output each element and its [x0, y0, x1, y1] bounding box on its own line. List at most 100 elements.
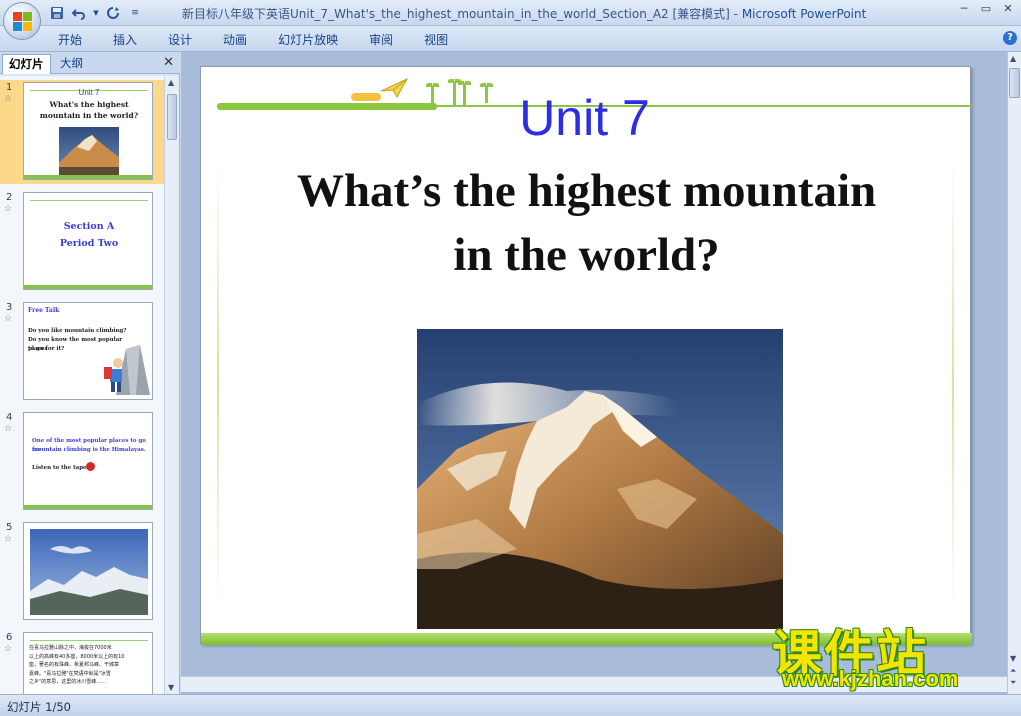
unit-text: Unit 7: [519, 90, 650, 146]
slide-number: 6: [6, 632, 13, 643]
thumb-subtitle: What's the highest mountain in the world…: [39, 100, 139, 120]
undo-icon[interactable]: [70, 5, 88, 21]
maximize-icon[interactable]: ▭: [979, 2, 993, 16]
transition-star-icon: ☆: [4, 204, 13, 214]
title-line-2: in the world?: [453, 229, 720, 281]
slide-title[interactable]: What’s the highest mountain in the world…: [201, 159, 972, 287]
transition-star-icon: ☆: [4, 534, 13, 544]
scroll-up-icon[interactable]: ▲: [1010, 54, 1016, 63]
decor-bar: [24, 285, 152, 289]
slide-indicator: 幻灯片 1/50: [7, 700, 71, 714]
minimize-icon[interactable]: ─: [957, 2, 971, 16]
title-line-1: What’s the highest mountain: [296, 165, 877, 217]
watermark-url: www.kjzhan.com: [782, 666, 959, 691]
slide-number: 4: [6, 412, 13, 423]
audio-icon: [86, 462, 95, 471]
thumbnail-list: 1 ☆ Unit 7 What's the highest mountain i…: [0, 76, 164, 694]
tab-slide-show[interactable]: 幻灯片放映: [278, 31, 338, 48]
save-icon[interactable]: [48, 5, 66, 21]
slide-thumbnail-2[interactable]: 2 ☆ Section A Period Two: [0, 190, 164, 294]
next-slide-icon[interactable]: ⏷: [1010, 678, 1016, 688]
customize-toolbar-icon[interactable]: ≡: [126, 5, 144, 21]
thumb-line: 嘉峰。"喜马拉雅"在梵语中就是"冰雪: [29, 670, 111, 677]
office-logo-icon: [13, 12, 33, 32]
office-button[interactable]: [3, 2, 41, 40]
quick-access-toolbar: ▼ ≡: [48, 4, 144, 22]
tab-insert[interactable]: 插入: [113, 31, 137, 48]
slide-thumbnail-1[interactable]: 1 ☆ Unit 7 What's the highest mountain i…: [0, 80, 164, 184]
thumbnail-canvas: Section A Period Two: [23, 192, 153, 290]
thumbnail-canvas: [23, 522, 153, 620]
current-slide[interactable]: Unit 7 What’s the highest mountain in th…: [200, 66, 972, 645]
thumbnail-canvas: Unit 7 What's the highest mountain in th…: [23, 82, 153, 180]
scroll-up-icon[interactable]: ▲: [168, 78, 174, 87]
window-controls: ─ ▭ ✕: [957, 2, 1015, 16]
slide-thumbnail-3[interactable]: 3 ☆ Free Talk Do you like mountain climb…: [0, 300, 164, 404]
scroll-down-icon[interactable]: ▼: [1010, 654, 1016, 663]
previous-slide-icon[interactable]: ⏶: [1010, 666, 1016, 676]
slide-thumbnail-6[interactable]: 6 ☆ 在喜马拉雅山脉之中，海拔在7000米 以上的高峰有40多座，8000米以…: [0, 630, 164, 694]
slide-number: 3: [6, 302, 13, 313]
tab-home[interactable]: 开始: [58, 31, 82, 48]
window-title: 新目标八年级下英语Unit_7_What's_the_highest_mount…: [182, 5, 866, 22]
slide-thumbnail-4[interactable]: 4 ☆ One of the most popular places to go…: [0, 410, 164, 514]
mountain-photo[interactable]: [417, 329, 783, 629]
decor-line: [30, 200, 148, 201]
tab-review[interactable]: 审阅: [369, 31, 393, 48]
slides-pane: 幻灯片 大纲 ✕ 1 ☆ Unit 7 What's the highest m…: [0, 52, 180, 694]
scroll-thumb[interactable]: [1009, 68, 1020, 98]
transition-star-icon: ☆: [4, 644, 13, 654]
close-icon[interactable]: ✕: [1001, 2, 1015, 16]
slide-editor-canvas: Unit 7 What’s the highest mountain in th…: [181, 52, 1007, 694]
thumb-line: 之乡"的意思，这里的冰川雪峰……: [29, 679, 107, 685]
title-separator: -: [729, 7, 742, 21]
close-icon[interactable]: ✕: [163, 55, 174, 70]
app-name: Microsoft PowerPoint: [741, 7, 867, 21]
thumb-line: 座，著名的有珠峰、希夏邦马峰、干城章: [29, 662, 120, 668]
ribbon: 开始 插入 设计 动画 幻灯片放映 审阅 视图 ?: [0, 26, 1021, 52]
editor-vertical-scrollbar[interactable]: ▲ ▼ ⏶ ⏷: [1007, 52, 1021, 694]
help-icon[interactable]: ?: [1003, 31, 1017, 45]
slide-thumbnail-5[interactable]: 5 ☆: [0, 520, 164, 624]
thumb-subtitle: Period Two: [59, 238, 119, 249]
thumb-line: Do you like mountain climbing?: [28, 328, 127, 334]
thumb-title: Section A: [63, 221, 115, 232]
thumbnail-canvas: One of the most popular places to go for…: [23, 412, 153, 510]
mountain-photo-thumb: [59, 127, 119, 175]
scroll-thumb[interactable]: [167, 94, 177, 140]
thumb-line: 在喜马拉雅山脉之中，海拔在7000米: [29, 645, 112, 651]
tab-animations[interactable]: 动画: [223, 31, 247, 48]
status-bar: 幻灯片 1/50: [0, 694, 1021, 716]
tab-design[interactable]: 设计: [168, 31, 192, 48]
thumb-line: mountain climbing is the Himalayas.: [32, 447, 146, 453]
thumbnail-canvas: 在喜马拉雅山脉之中，海拔在7000米 以上的高峰有40多座，8000米以上的有1…: [23, 632, 153, 694]
slide-number: 1: [6, 82, 13, 93]
tab-outline[interactable]: 大纲: [54, 54, 89, 74]
thumb-line: 以上的高峰有40多座，8000米以上的有10: [29, 653, 125, 660]
thumbnail-canvas: Free Talk Do you like mountain climbing?…: [23, 302, 153, 400]
thumb-title: Unit 7: [78, 88, 100, 97]
slide-number: 5: [6, 522, 13, 533]
pane-tabs: 幻灯片 大纲 ✕: [0, 52, 180, 74]
decor-bar: [24, 505, 152, 509]
watermark: 课件站 www.kjzhan.com: [772, 614, 1007, 694]
climber-illustration: [104, 345, 150, 395]
ribbon-tabs: 开始 插入 设计 动画 幻灯片放映 审阅 视图: [58, 31, 479, 48]
undo-dropdown-icon[interactable]: ▼: [92, 5, 100, 21]
transition-star-icon: ☆: [4, 314, 13, 324]
tab-slides[interactable]: 幻灯片: [2, 54, 51, 74]
thumbnail-scrollbar[interactable]: ▲ ▼: [164, 76, 179, 694]
himalaya-photo-thumb: [30, 529, 148, 615]
decor-bar: [24, 175, 152, 179]
transition-star-icon: ☆: [4, 424, 13, 434]
title-bar: ▼ ≡ 新目标八年级下英语Unit_7_What's_the_highest_m…: [0, 0, 1021, 26]
slide-unit-heading[interactable]: Unit 7: [201, 89, 972, 147]
tab-view[interactable]: 视图: [424, 31, 448, 48]
redo-icon[interactable]: [104, 5, 122, 21]
decor-line: [30, 640, 148, 641]
document-name: 新目标八年级下英语Unit_7_What's_the_highest_mount…: [182, 7, 730, 21]
scroll-down-icon[interactable]: ▼: [168, 683, 174, 692]
slide-number: 2: [6, 192, 13, 203]
thumb-title: Free Talk: [28, 307, 60, 314]
transition-star-icon: ☆: [4, 94, 13, 104]
